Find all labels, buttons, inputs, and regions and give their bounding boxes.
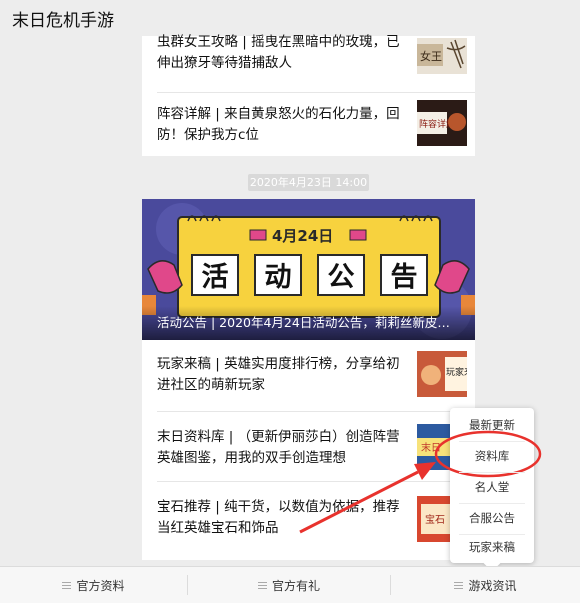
menu-item-player-submissions[interactable]: 玩家来稿 xyxy=(450,532,534,562)
menu-item-server-merge-notice[interactable]: 合服公告 xyxy=(450,503,534,533)
article-item[interactable]: 阵容详解 | 来自黄泉怒火的石化力量，回防！保护我方c位 阵容详解 xyxy=(142,92,475,156)
article-item[interactable]: 虫群女王攻略 | 摇曳在黑暗中的玫瑰，已伸出獠牙等待猎捕敌人 女王 xyxy=(142,34,475,96)
article-card: 虫群女王攻略 | 摇曳在黑暗中的玫瑰，已伸出獠牙等待猎捕敌人 女王 阵容详解 |… xyxy=(142,34,475,156)
tab-official-info[interactable]: 官方资料 xyxy=(0,567,187,603)
banner-date: 4月24日 xyxy=(272,227,333,245)
article-title[interactable]: 阵容详解 | 来自黄泉怒火的石化力量，回防！保护我方c位 xyxy=(157,104,407,146)
article-thumbnail[interactable]: 女王 xyxy=(417,38,467,74)
top-bar: 末日危机手游 xyxy=(0,0,580,36)
menu-lines-icon xyxy=(62,581,72,589)
tab-label: 官方有礼 xyxy=(271,578,320,593)
article-title[interactable]: 末日资料库 | （更新伊丽莎白）创造阵营英雄图鉴，用我的双手创造理想 xyxy=(157,427,407,469)
menu-lines-icon xyxy=(257,581,267,589)
article-title[interactable]: 虫群女王攻略 | 摇曳在黑暗中的玫瑰，已伸出獠牙等待猎捕敌人 xyxy=(157,32,407,74)
banner-image[interactable]: 4月24日 活 动 公 告 活动公告 | 2020年4月24日活动公告，莉莉丝新… xyxy=(142,199,475,340)
article-item[interactable]: 玩家来稿 | 英雄实用度排行榜，分享给初进社区的萌新玩家 玩家来 xyxy=(142,340,475,406)
menu-item-database[interactable]: 资料库 xyxy=(450,441,534,471)
bottom-menu-bar: 官方资料 官方有礼 游戏资讯 xyxy=(0,566,580,603)
article-thumbnail[interactable]: 玩家来 xyxy=(417,351,467,397)
menu-item-hall-of-fame[interactable]: 名人堂 xyxy=(450,472,534,502)
thumbnail-text: 玩家来 xyxy=(446,366,467,378)
thumbnail-text: 宝石 xyxy=(425,513,445,526)
account-title: 末日危机手游 xyxy=(12,11,114,31)
article-title[interactable]: 宝石推荐 | 纯干货，以数值为依据，推荐当红英雄宝石和饰品 xyxy=(157,497,407,539)
banner-char: 活 xyxy=(202,262,229,293)
thumbnail-text: 末日 xyxy=(421,441,441,454)
article-card: 4月24日 活 动 公 告 活动公告 | 2020年4月24日活动公告，莉莉丝新… xyxy=(142,199,475,560)
tab-label: 官方资料 xyxy=(76,578,125,593)
menu-item-latest-updates[interactable]: 最新更新 xyxy=(450,410,534,440)
timestamp-badge: 2020年4月23日 14:00 xyxy=(248,174,369,191)
submenu-popup: 最新更新 资料库 名人堂 合服公告 玩家来稿 xyxy=(450,408,534,563)
banner-char: 公 xyxy=(328,262,355,293)
article-item[interactable]: 宝石推荐 | 纯干货，以数值为依据，推荐当红英雄宝石和饰品 宝石 xyxy=(142,481,475,560)
tab-label: 游戏资讯 xyxy=(468,578,517,593)
banner-caption[interactable]: 活动公告 | 2020年4月24日活动公告，莉莉丝新皮肤上线 xyxy=(142,306,475,340)
banner-caption-text[interactable]: 活动公告 | 2020年4月24日活动公告，莉莉丝新皮肤上线 xyxy=(157,312,462,331)
menu-lines-icon xyxy=(454,581,464,589)
tab-official-gifts[interactable]: 官方有礼 xyxy=(188,567,390,603)
tab-game-news[interactable]: 游戏资讯 xyxy=(391,567,580,603)
banner-char: 动 xyxy=(265,262,292,293)
article-title[interactable]: 玩家来稿 | 英雄实用度排行榜，分享给初进社区的萌新玩家 xyxy=(157,354,407,396)
thumbnail-text: 女王 xyxy=(420,49,442,63)
article-item[interactable]: 末日资料库 | （更新伊丽莎白）创造阵营英雄图鉴，用我的双手创造理想 末日 xyxy=(142,411,475,481)
article-thumbnail[interactable]: 阵容详解 xyxy=(417,100,467,146)
banner-char: 告 xyxy=(391,262,418,293)
